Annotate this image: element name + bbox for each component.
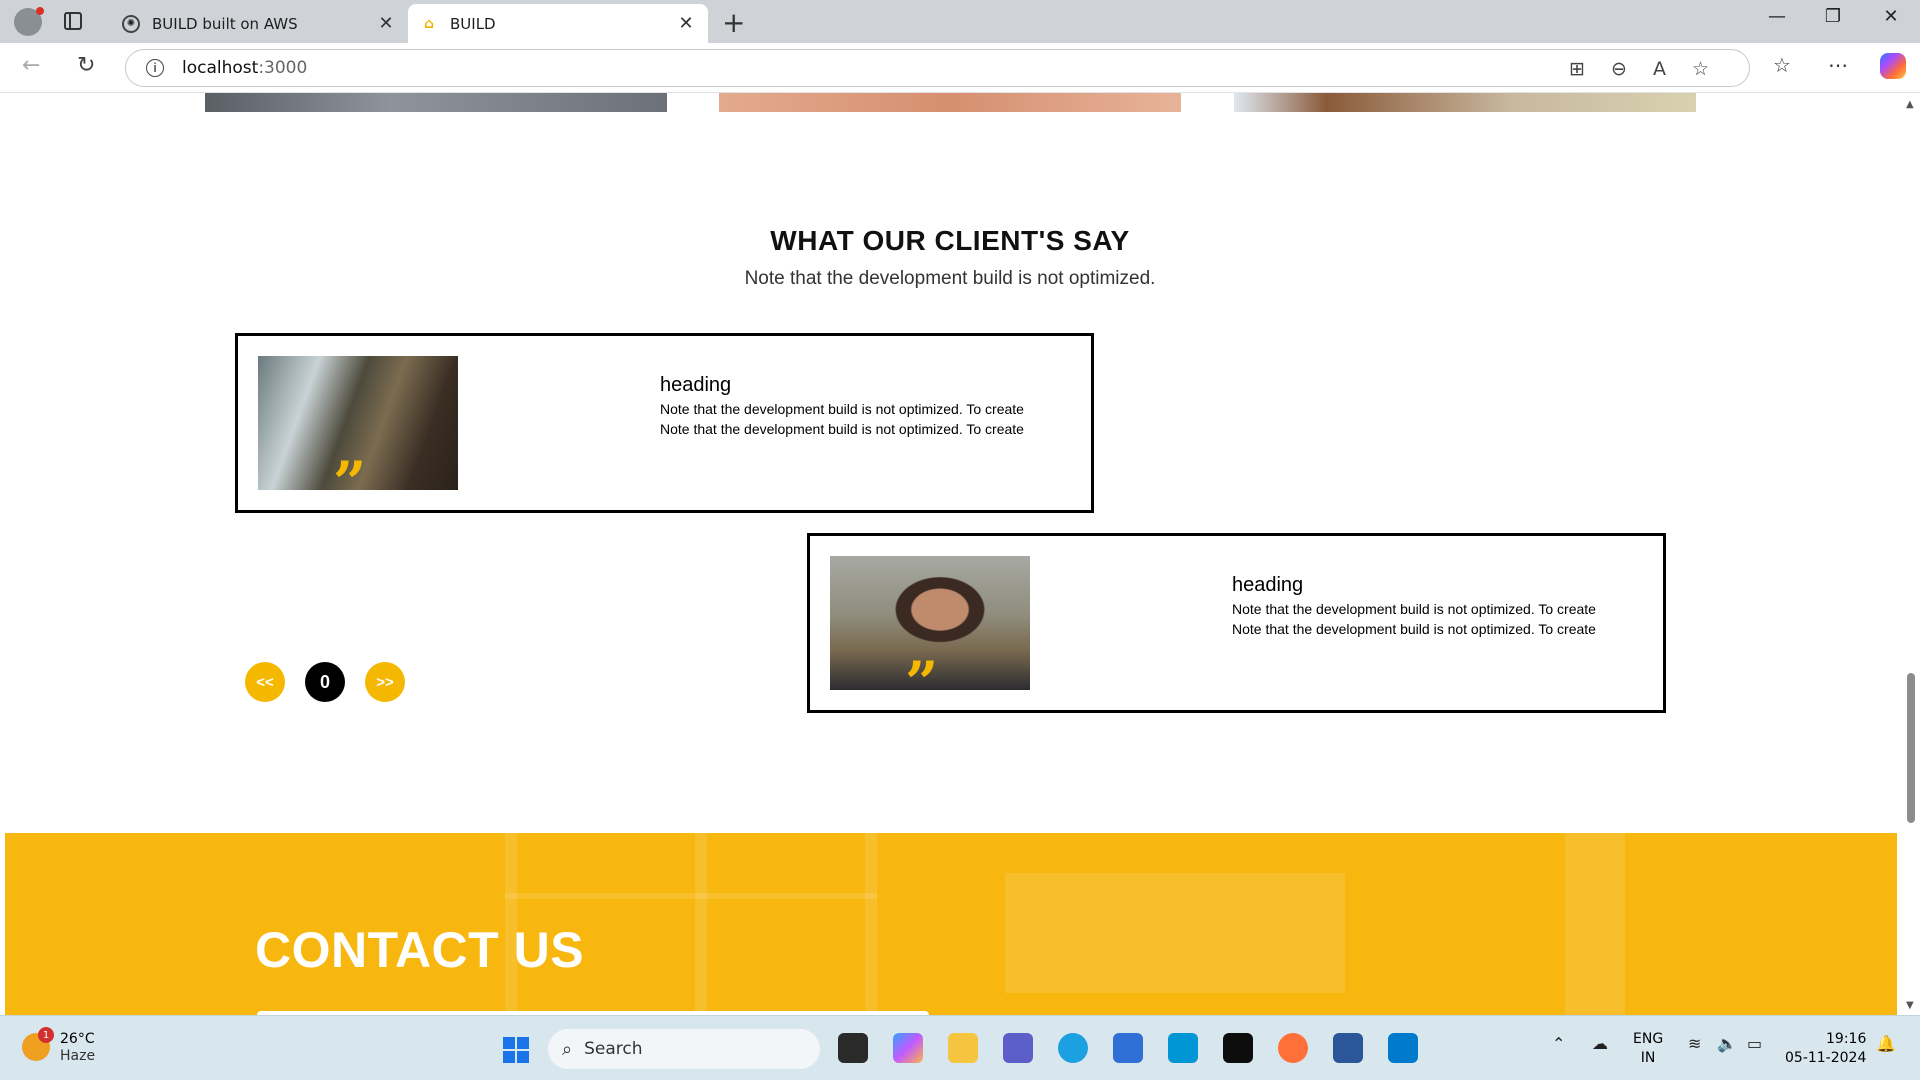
taskbar: 1 26°C Haze ⌕ Search ⌃ ☁ ENG IN ≋ 🔈 ▭ 19…	[0, 1015, 1920, 1080]
quote-icon: ”	[333, 449, 367, 517]
prev-button[interactable]: <<	[245, 662, 285, 702]
openai-favicon-icon: ✺	[122, 14, 140, 33]
window-close-icon[interactable]: ✕	[1868, 6, 1914, 27]
lang-top: ENG	[1633, 1031, 1664, 1047]
show-hidden-icons-icon[interactable]: ⌃	[1552, 1034, 1565, 1053]
myhp-icon[interactable]	[1168, 1033, 1198, 1063]
project-image	[1234, 93, 1696, 112]
site-info-icon[interactable]: i	[146, 59, 164, 77]
address-bar-row: ← ↻ i localhost:3000 ⊞ ⊖ A ☆	[0, 43, 1920, 93]
wifi-icon[interactable]: ≋	[1688, 1034, 1701, 1053]
contact-section: CONTACT US	[5, 833, 1897, 1015]
firefox-icon[interactable]	[1278, 1033, 1308, 1063]
section-title: WHAT OUR CLIENT'S SAY	[770, 225, 1130, 256]
section-subtitle: Note that the development build is not o…	[744, 268, 1156, 289]
back-arrow-icon[interactable]: ←	[22, 53, 40, 78]
testimonial-card: ” heading Note that the development buil…	[807, 533, 1666, 713]
edge-icon[interactable]	[1058, 1033, 1088, 1063]
notification-badge: 1	[38, 1027, 54, 1043]
clock[interactable]: 19:16 05-11-2024	[1785, 1030, 1866, 1068]
dropbox-icon[interactable]	[1223, 1033, 1253, 1063]
search-icon: ⌕	[562, 1038, 573, 1060]
taskbar-search[interactable]: ⌕ Search	[548, 1029, 820, 1069]
battery-icon[interactable]: ▭	[1747, 1034, 1762, 1053]
tab-title: BUILD	[450, 14, 496, 33]
build-favicon-icon: ⌂	[423, 15, 435, 32]
weather-icon: 1	[22, 1027, 54, 1061]
app-available-icon[interactable]: ⊞	[1569, 58, 1585, 80]
slide-indicator[interactable]: 0	[305, 662, 345, 702]
new-tab-icon[interactable]: +	[722, 6, 745, 39]
favorites-icon[interactable]: ☆	[1773, 53, 1791, 77]
profile-icon[interactable]	[14, 7, 44, 36]
background-decoration	[505, 893, 877, 899]
page-scrollbar[interactable]: ▲ ▼	[1902, 93, 1920, 1015]
quote-icon: ”	[905, 649, 939, 717]
copilot-icon[interactable]	[1880, 53, 1906, 79]
file-explorer-icon[interactable]	[948, 1033, 978, 1063]
close-tab-icon[interactable]: ✕	[676, 13, 696, 34]
background-decoration	[1565, 833, 1625, 1015]
tab-build[interactable]: ⌂ BUILD ✕	[408, 4, 708, 43]
url-port: :3000	[258, 58, 308, 78]
tab-strip: ✺ BUILD built on AWS ✕ ⌂ BUILD ✕ + — ❐ ✕	[0, 0, 1920, 43]
tab-title: BUILD built on AWS	[152, 14, 298, 33]
word-icon[interactable]	[1333, 1033, 1363, 1063]
store-icon[interactable]	[1113, 1033, 1143, 1063]
testimonial-text: Note that the development build is not o…	[660, 401, 1024, 417]
onedrive-icon[interactable]: ☁	[1592, 1034, 1608, 1053]
testimonial-text: Note that the development build is not o…	[1232, 621, 1596, 637]
background-decoration	[1005, 873, 1345, 993]
scrollbar-thumb[interactable]	[1907, 673, 1915, 823]
scroll-down-icon[interactable]: ▼	[1906, 1000, 1914, 1011]
testimonial-text: Note that the development build is not o…	[660, 421, 1024, 437]
vscode-icon[interactable]	[1388, 1033, 1418, 1063]
close-tab-icon[interactable]: ✕	[376, 13, 396, 34]
testimonial-heading: heading	[1232, 574, 1304, 596]
background-decoration	[865, 833, 877, 1015]
url-field[interactable]: i localhost:3000 ⊞ ⊖ A ☆	[125, 49, 1750, 87]
teams-icon[interactable]	[1003, 1033, 1033, 1063]
search-placeholder: Search	[584, 1039, 643, 1059]
zoom-out-icon[interactable]: ⊖	[1611, 58, 1627, 80]
minimize-icon[interactable]: —	[1754, 6, 1800, 27]
tab-build-aws[interactable]: ✺ BUILD built on AWS ✕	[110, 4, 408, 43]
clock-time: 19:16	[1826, 1031, 1867, 1047]
project-image	[719, 93, 1181, 112]
windows-start-icon[interactable]	[503, 1037, 529, 1063]
weather-desc: Haze	[60, 1048, 96, 1064]
testimonial-heading: heading	[660, 374, 732, 396]
read-aloud-icon[interactable]: A	[1653, 58, 1666, 80]
url-host: localhost	[182, 58, 259, 78]
lang-bottom: IN	[1640, 1050, 1656, 1066]
weather-widget[interactable]: 1 26°C Haze	[22, 1027, 96, 1064]
next-button[interactable]: >>	[365, 662, 405, 702]
favorite-star-icon[interactable]: ☆	[1692, 58, 1709, 80]
scroll-up-icon[interactable]: ▲	[1906, 99, 1914, 110]
background-decoration	[695, 833, 707, 1015]
tab-actions-icon[interactable]	[64, 12, 82, 30]
task-view-icon[interactable]	[838, 1033, 868, 1063]
volume-icon[interactable]: 🔈	[1717, 1034, 1737, 1053]
weather-temp: 26°C	[60, 1031, 95, 1047]
more-menu-icon[interactable]: ⋯	[1828, 53, 1848, 77]
testimonial-text: Note that the development build is not o…	[1232, 601, 1596, 617]
language-indicator[interactable]: ENG IN	[1633, 1030, 1663, 1068]
reload-icon[interactable]: ↻	[77, 53, 95, 78]
contact-title: CONTACT US	[255, 922, 585, 978]
testimonial-card: ” heading Note that the development buil…	[235, 333, 1094, 513]
project-image	[205, 93, 667, 112]
notification-bell-icon[interactable]: 🔔	[1876, 1034, 1896, 1053]
clock-date: 05-11-2024	[1785, 1050, 1867, 1066]
restore-icon[interactable]: ❐	[1810, 6, 1856, 27]
page-viewport: WHAT OUR CLIENT'S SAY Note that the deve…	[0, 93, 1920, 1015]
copilot-app-icon[interactable]	[893, 1033, 923, 1063]
